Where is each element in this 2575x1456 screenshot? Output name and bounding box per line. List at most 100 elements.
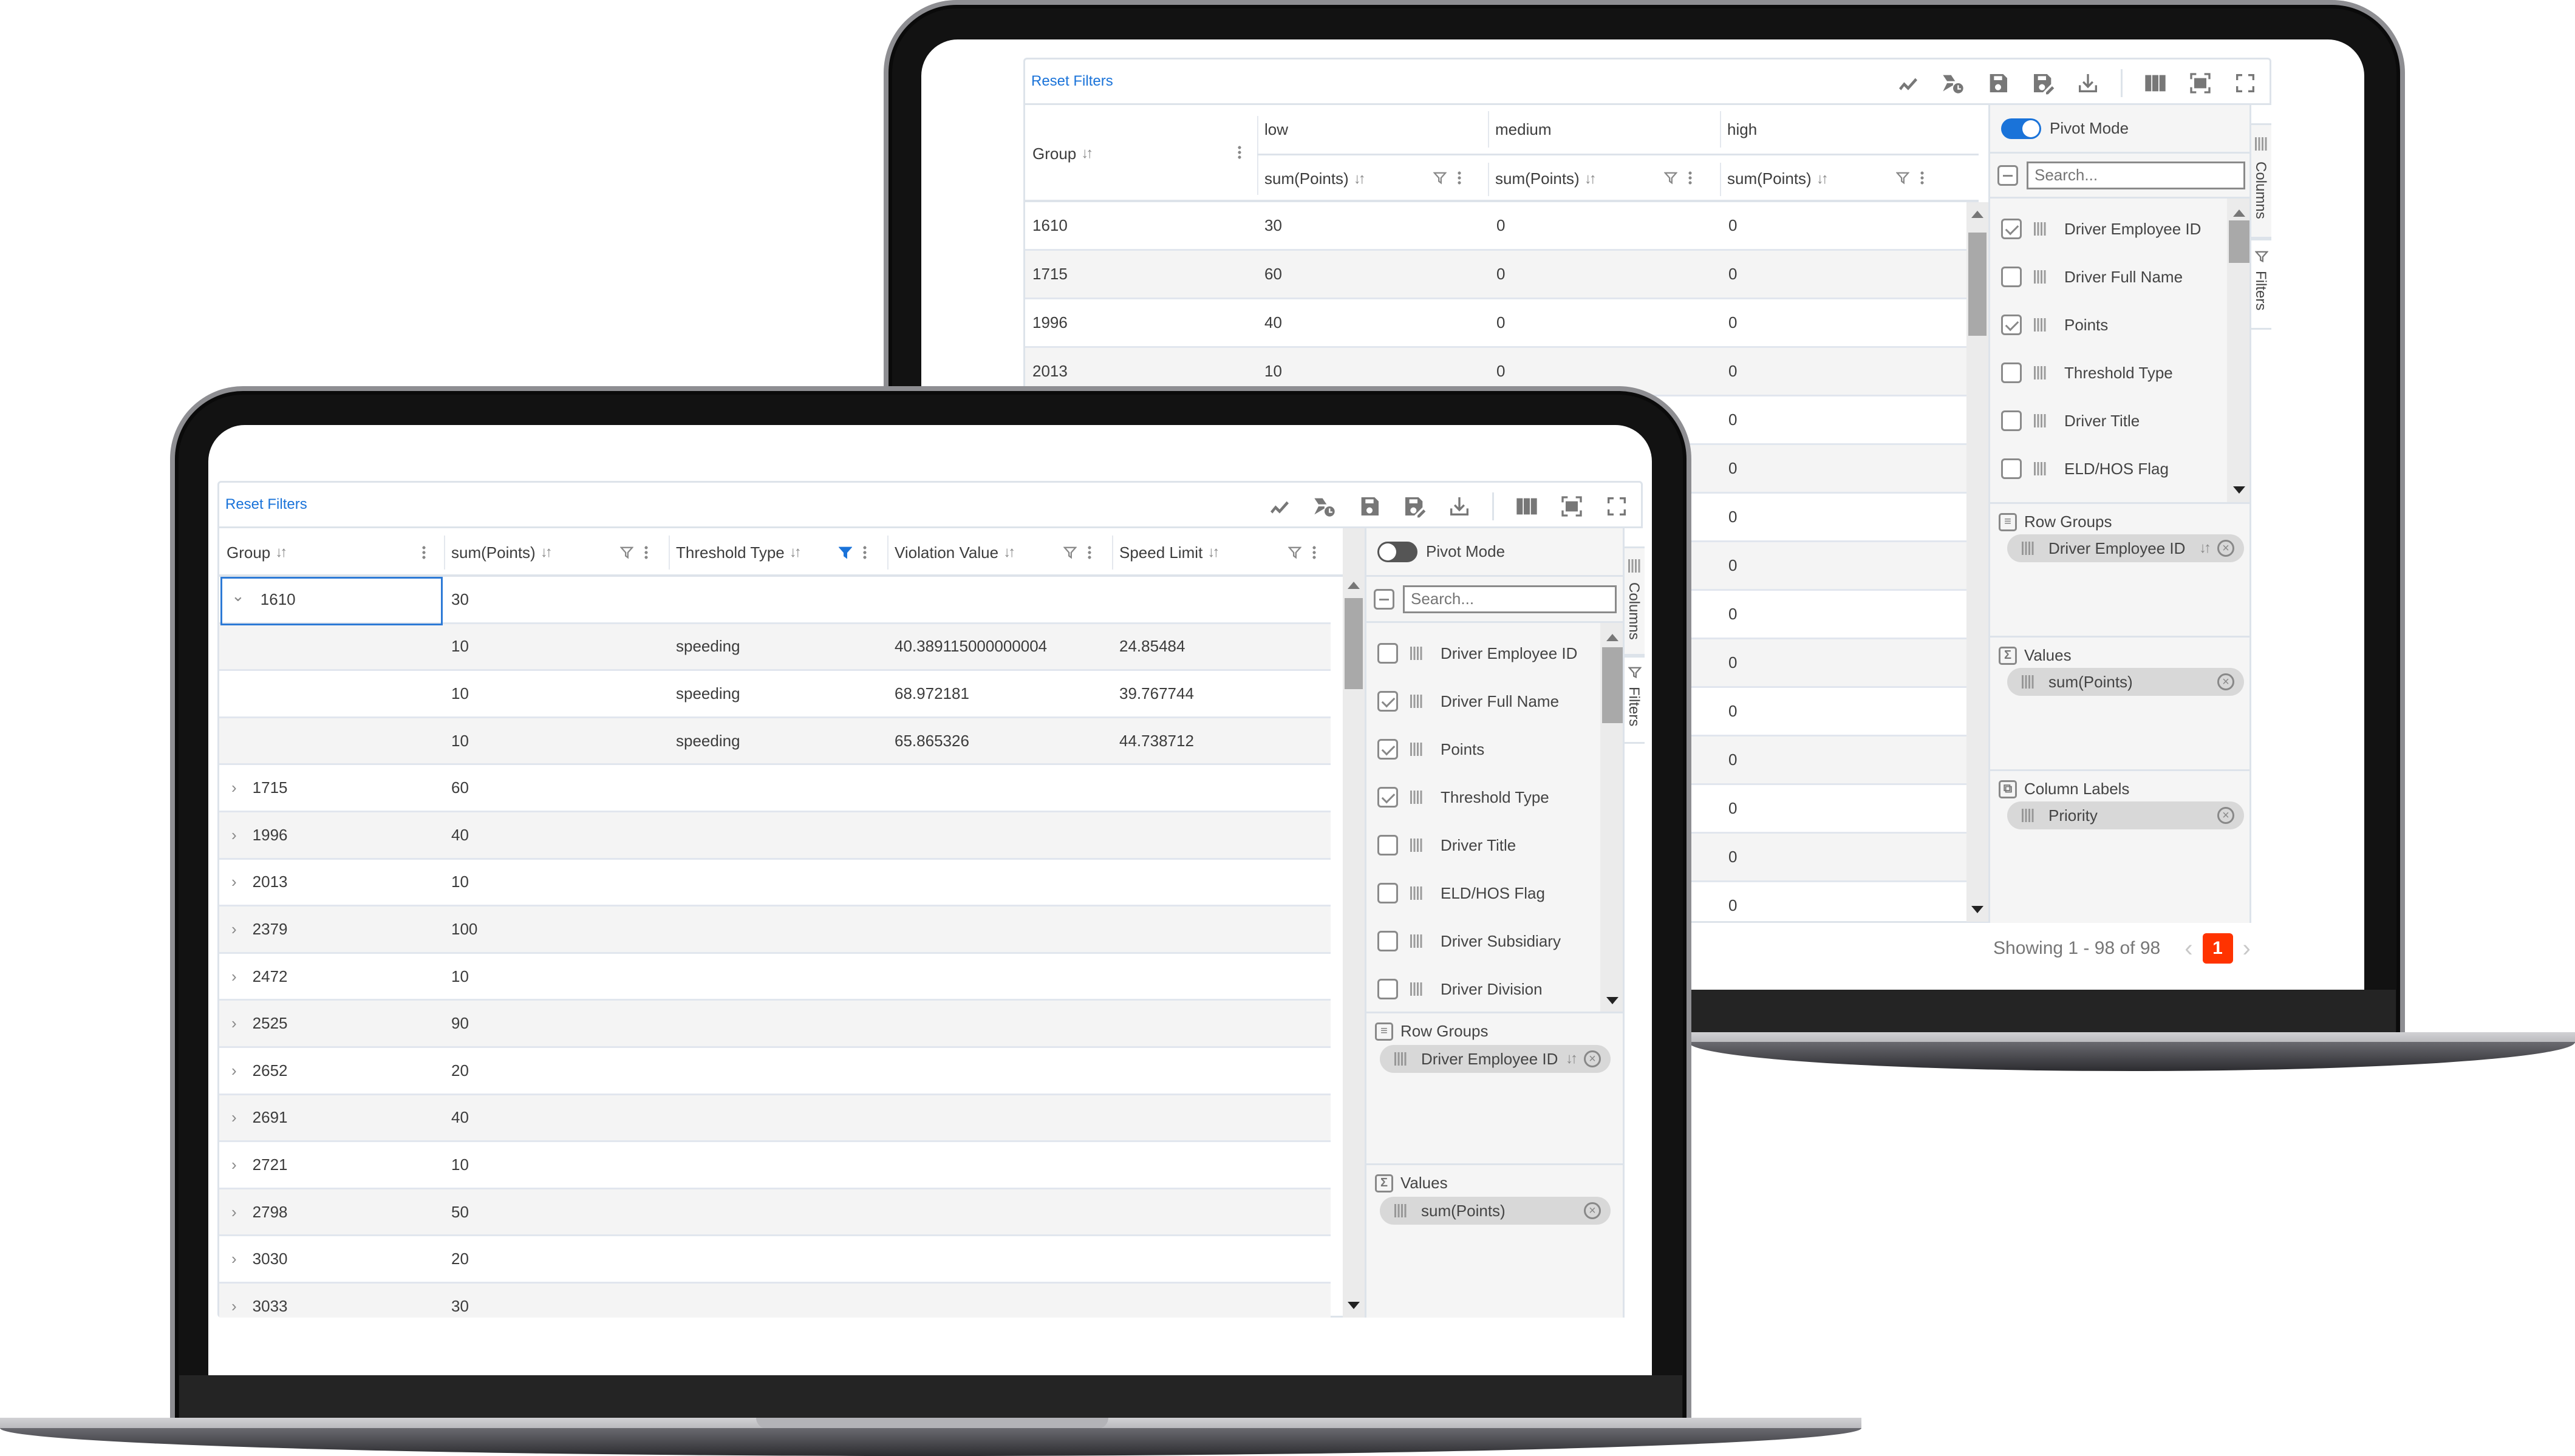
- sort-icon[interactable]: ↓↑: [1566, 1050, 1578, 1067]
- drag-handle-icon[interactable]: [1410, 695, 1424, 708]
- sort-icon[interactable]: ↓↑: [1354, 171, 1366, 188]
- save-as-icon[interactable]: [1402, 494, 1427, 519]
- chevron-right-icon[interactable]: ›: [231, 1014, 237, 1033]
- menu-icon[interactable]: [1688, 171, 1692, 185]
- column-checkbox[interactable]: [1377, 643, 1398, 664]
- child-row[interactable]: 10 speeding 40.389115000000004 24.85484: [219, 624, 1331, 672]
- drag-handle-icon[interactable]: [2034, 270, 2047, 284]
- scroll-down-icon[interactable]: [1971, 906, 1983, 913]
- menu-icon[interactable]: [644, 545, 648, 560]
- child-row[interactable]: 10 speeding 65.865326 44.738712: [219, 718, 1331, 766]
- tab-filters[interactable]: Filters: [1625, 656, 1645, 744]
- scroll-up-icon[interactable]: [1606, 634, 1618, 641]
- header-threshold-type[interactable]: Threshold Type ↓↑: [676, 528, 802, 577]
- fullscreen-icon[interactable]: [2233, 71, 2257, 95]
- column-list-item[interactable]: ELD/HOS Flag: [1990, 444, 2227, 493]
- scroll-thumb[interactable]: [1345, 598, 1363, 689]
- scheduled-report-icon[interactable]: [1941, 71, 1965, 95]
- column-checkbox[interactable]: [1377, 931, 1398, 951]
- reset-filters-link[interactable]: Reset Filters: [225, 496, 307, 513]
- remove-icon[interactable]: ×: [1584, 1202, 1601, 1219]
- scroll-up-icon[interactable]: [1348, 582, 1360, 589]
- header-group-menu[interactable]: [1238, 145, 1241, 160]
- pivot-mode-toggle[interactable]: [2001, 118, 2041, 139]
- column-checkbox[interactable]: [2001, 267, 2022, 287]
- column-checkbox[interactable]: [1377, 835, 1398, 856]
- group-row[interactable]: › 2379 100: [219, 907, 1331, 954]
- save-icon[interactable]: [1357, 494, 1382, 519]
- column-list-scrollbar[interactable]: [1600, 623, 1625, 1012]
- drag-handle-icon[interactable]: [2022, 675, 2035, 689]
- group-row[interactable]: › 2652 20: [219, 1048, 1331, 1095]
- column-checkbox[interactable]: [2001, 362, 2022, 383]
- filter-icon[interactable]: [1664, 171, 1677, 185]
- menu-icon[interactable]: [1088, 545, 1091, 560]
- chevron-right-icon[interactable]: ›: [231, 873, 237, 891]
- value-column-header[interactable]: sum(Points) ↓↑: [1264, 155, 1366, 202]
- sort-icon[interactable]: ↓↑: [1584, 171, 1597, 188]
- column-checkbox[interactable]: [1377, 979, 1398, 999]
- header-speed-limit[interactable]: Speed Limit ↓↑: [1119, 528, 1219, 577]
- sort-icon[interactable]: ↓↑: [790, 544, 802, 561]
- scroll-up-icon[interactable]: [2233, 209, 2245, 217]
- download-icon[interactable]: [1447, 494, 1472, 519]
- drag-handle-icon[interactable]: [2034, 318, 2047, 332]
- group-row[interactable]: › 1715 60: [219, 765, 1331, 812]
- reset-filters-link[interactable]: Reset Filters: [1031, 73, 1113, 90]
- column-search-input[interactable]: [2027, 161, 2245, 189]
- column-label-pill[interactable]: Priority ×: [2007, 801, 2244, 829]
- sort-icon[interactable]: ↓↑: [1207, 544, 1219, 561]
- select-all-checkbox[interactable]: [1997, 165, 2018, 186]
- back-grid-scrollbar[interactable]: [1966, 202, 1988, 922]
- remove-icon[interactable]: ×: [1584, 1050, 1601, 1067]
- group-row[interactable]: › 2013 10: [219, 860, 1331, 907]
- filter-icon[interactable]: [1288, 545, 1301, 560]
- column-list-item[interactable]: Threshold Type: [1990, 349, 2227, 397]
- value-pill[interactable]: sum(Points) ×: [2007, 668, 2244, 696]
- drag-handle-icon[interactable]: [2022, 809, 2035, 822]
- remove-icon[interactable]: ×: [2217, 807, 2234, 824]
- save-icon[interactable]: [1986, 71, 2010, 95]
- pivot-mode-toggle[interactable]: [1377, 541, 1417, 562]
- drag-handle-icon[interactable]: [1410, 743, 1424, 756]
- group-row[interactable]: › 2691 40: [219, 1095, 1331, 1143]
- drag-handle-icon[interactable]: [2034, 366, 2047, 379]
- column-checkbox[interactable]: [2001, 315, 2022, 335]
- value-column-header[interactable]: sum(Points) ↓↑: [1495, 155, 1597, 202]
- chevron-right-icon[interactable]: ›: [231, 1297, 237, 1316]
- chevron-right-icon[interactable]: ›: [231, 1108, 237, 1127]
- column-checkbox[interactable]: [1377, 691, 1398, 712]
- chevron-right-icon[interactable]: ›: [231, 826, 237, 845]
- chevron-right-icon[interactable]: ›: [231, 1250, 237, 1268]
- column-list-item[interactable]: Driver Employee ID: [1366, 629, 1600, 678]
- column-list-scrollbar[interactable]: [2227, 199, 2251, 502]
- remove-icon[interactable]: ×: [2217, 673, 2234, 690]
- scroll-thumb[interactable]: [2229, 220, 2249, 263]
- chevron-right-icon[interactable]: ›: [231, 778, 237, 797]
- column-checkbox[interactable]: [1377, 739, 1398, 760]
- drag-handle-icon[interactable]: [1410, 934, 1424, 948]
- sort-icon[interactable]: ↓↑: [1003, 544, 1015, 561]
- filter-icon[interactable]: [1063, 545, 1077, 560]
- drag-handle-icon[interactable]: [1394, 1052, 1408, 1066]
- scheduled-report-icon[interactable]: [1312, 494, 1337, 519]
- group-row[interactable]: › 2472 10: [219, 954, 1331, 1001]
- drag-handle-icon[interactable]: [1394, 1204, 1408, 1217]
- columns-icon[interactable]: [2143, 71, 2167, 95]
- columns-icon[interactable]: [1515, 494, 1539, 519]
- next-page-button[interactable]: ›: [2243, 935, 2251, 962]
- fullscreen-icon[interactable]: [1605, 494, 1629, 519]
- column-checkbox[interactable]: [2001, 410, 2022, 431]
- drag-handle-icon[interactable]: [2034, 222, 2047, 236]
- group-row[interactable]: › 3030 20: [219, 1236, 1331, 1284]
- group-row[interactable]: › 1996 40: [219, 812, 1331, 860]
- menu-icon[interactable]: [422, 545, 426, 560]
- drag-handle-icon[interactable]: [1410, 982, 1424, 996]
- save-as-icon[interactable]: [2031, 71, 2055, 95]
- column-list-item[interactable]: Points: [1990, 301, 2227, 349]
- header-group[interactable]: Group ↓↑: [227, 528, 287, 577]
- sort-icon[interactable]: ↓↑: [275, 544, 287, 561]
- sort-icon[interactable]: ↓↑: [1081, 145, 1093, 162]
- fit-screen-icon[interactable]: [1560, 494, 1584, 519]
- row-group-pill[interactable]: Driver Employee ID ↓↑ ×: [2007, 534, 2244, 562]
